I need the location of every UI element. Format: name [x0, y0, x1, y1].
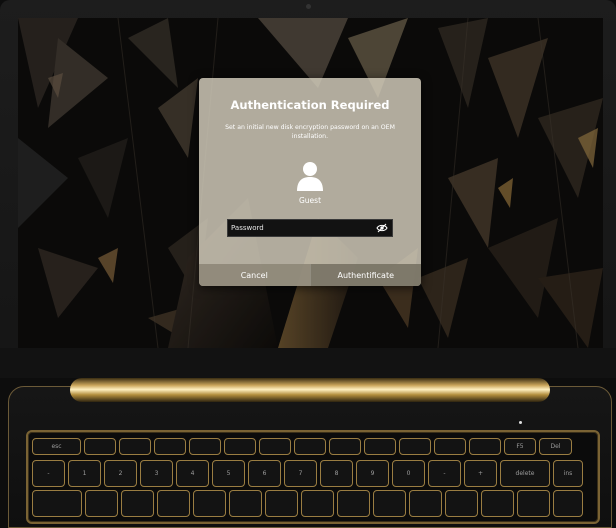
key[interactable]	[409, 490, 442, 517]
key-del[interactable]: Del	[539, 438, 572, 455]
key[interactable]	[337, 490, 370, 517]
key[interactable]	[373, 490, 406, 517]
key[interactable]	[434, 438, 466, 455]
key[interactable]	[157, 490, 190, 517]
key[interactable]	[154, 438, 186, 455]
eye-slash-icon[interactable]	[376, 223, 388, 233]
key[interactable]	[399, 438, 431, 455]
key-esc[interactable]: esc	[32, 438, 81, 455]
key[interactable]	[301, 490, 334, 517]
key[interactable]	[265, 490, 298, 517]
password-field	[227, 219, 393, 237]
dialog-button-row: Cancel Authentificate	[199, 264, 421, 286]
key-ins[interactable]: ins	[553, 460, 583, 487]
key[interactable]	[259, 438, 291, 455]
authenticate-button[interactable]: Authentificate	[309, 264, 421, 286]
key-2[interactable]: 2	[104, 460, 137, 487]
key-3[interactable]: 3	[140, 460, 173, 487]
key[interactable]	[224, 438, 256, 455]
key-f5[interactable]: F5	[504, 438, 536, 455]
key[interactable]	[84, 438, 116, 455]
key[interactable]	[32, 490, 82, 517]
key[interactable]	[445, 490, 478, 517]
key-5[interactable]: 5	[212, 460, 245, 487]
key[interactable]	[364, 438, 396, 455]
key[interactable]	[119, 438, 151, 455]
key[interactable]: -	[32, 460, 65, 487]
key-9[interactable]: 9	[356, 460, 389, 487]
key-0[interactable]: 0	[392, 460, 425, 487]
key[interactable]	[294, 438, 326, 455]
function-key-row: esc F5 Del	[32, 438, 572, 455]
key-1[interactable]: 1	[68, 460, 101, 487]
key[interactable]	[85, 490, 118, 517]
key-8[interactable]: 8	[320, 460, 353, 487]
status-led	[519, 421, 522, 424]
key-delete[interactable]: delete	[500, 460, 550, 487]
password-input[interactable]	[228, 223, 376, 233]
key[interactable]	[121, 490, 154, 517]
dialog-message: Set an initial new disk encryption passw…	[225, 124, 395, 140]
webcam	[306, 4, 311, 9]
letter-key-row	[32, 490, 583, 517]
key[interactable]	[193, 490, 226, 517]
key[interactable]	[469, 438, 501, 455]
key[interactable]	[517, 490, 550, 517]
number-key-row: - 1 2 3 4 5 6 7 8 9 0 - + delete ins	[32, 460, 583, 487]
user-avatar-icon	[297, 162, 323, 191]
user-name: Guest	[298, 196, 322, 205]
hinge	[70, 378, 550, 402]
key[interactable]	[329, 438, 361, 455]
keyboard: esc F5 Del - 1 2 3 4 5 6 7 8 9 0 - + del…	[26, 430, 600, 524]
key-6[interactable]: 6	[248, 460, 281, 487]
key-minus[interactable]: -	[428, 460, 461, 487]
authentication-dialog: Authentication Required Set an initial n…	[199, 78, 421, 286]
key[interactable]	[553, 490, 583, 517]
key[interactable]	[481, 490, 514, 517]
key[interactable]	[229, 490, 262, 517]
key-7[interactable]: 7	[284, 460, 317, 487]
key[interactable]	[189, 438, 221, 455]
key-plus[interactable]: +	[464, 460, 497, 487]
screen-bezel-bottom	[0, 348, 616, 378]
key-4[interactable]: 4	[176, 460, 209, 487]
cancel-button[interactable]: Cancel	[199, 264, 310, 286]
dialog-title: Authentication Required	[230, 98, 390, 112]
